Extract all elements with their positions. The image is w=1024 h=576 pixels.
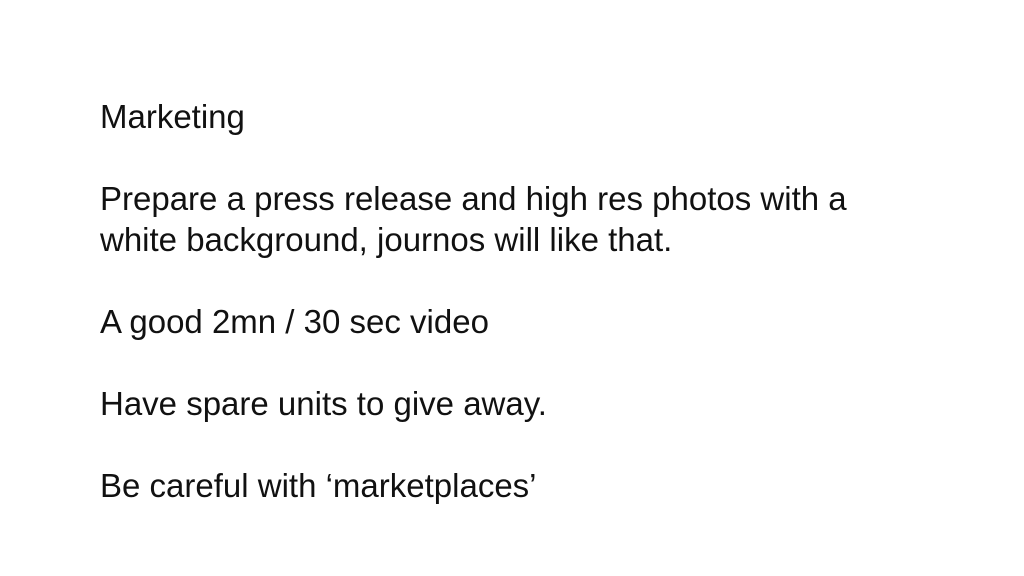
presentation-slide: Marketing Prepare a press release and hi… <box>0 0 1024 576</box>
press-release-line-2: white background, journos will like that… <box>100 221 673 258</box>
press-release-paragraph: Prepare a press release and high res pho… <box>100 178 960 260</box>
video-paragraph: A good 2mn / 30 sec video <box>100 303 489 340</box>
press-release-line-1: Prepare a press release and high res pho… <box>100 180 847 217</box>
marketplaces-paragraph: Be careful with ‘marketplaces’ <box>100 467 537 504</box>
slide-title: Marketing <box>100 98 245 135</box>
spare-units-paragraph: Have spare units to give away. <box>100 385 547 422</box>
slide-text-body: Marketing Prepare a press release and hi… <box>100 96 960 506</box>
